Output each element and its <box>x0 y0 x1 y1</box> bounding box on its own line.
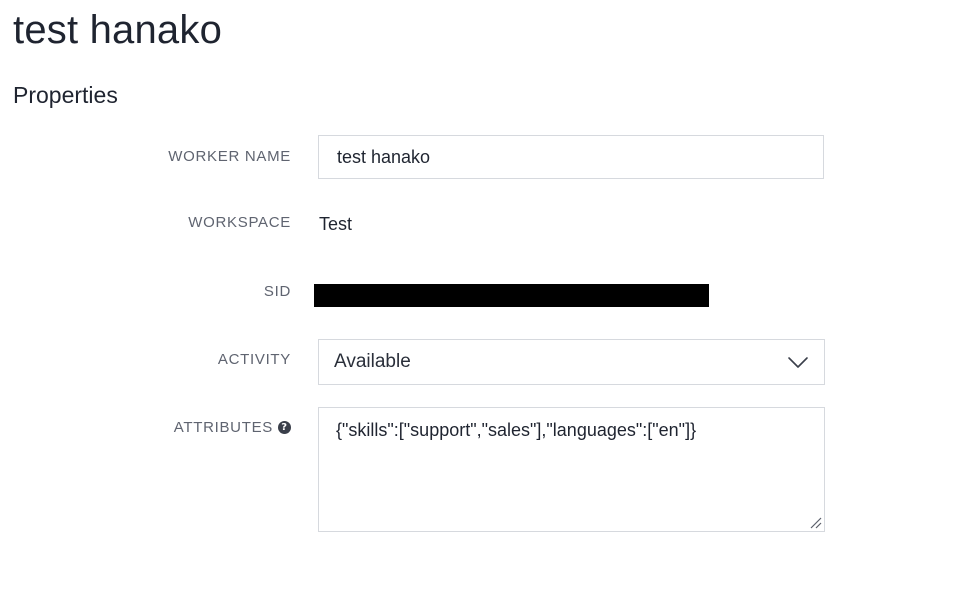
workspace-label: WORKSPACE <box>188 214 291 231</box>
question-circle-icon[interactable]: ? <box>278 421 291 434</box>
activity-label-text: ACTIVITY <box>217 351 291 368</box>
worker-name-label-text: WORKER NAME <box>168 148 291 165</box>
sid-label-text: SID <box>263 283 291 300</box>
chevron-down-icon <box>788 357 808 368</box>
attributes-textarea[interactable]: {"skills":["support","sales"],"languages… <box>318 407 825 532</box>
attributes-label-text: ATTRIBUTES <box>173 419 273 436</box>
sid-redacted-value <box>314 284 709 307</box>
resize-handle-icon[interactable] <box>810 517 822 529</box>
activity-select[interactable]: Available <box>318 339 825 385</box>
attributes-textarea-value: {"skills":["support","sales"],"languages… <box>336 420 697 440</box>
worker-name-input[interactable] <box>318 135 824 179</box>
activity-label: ACTIVITY <box>218 351 291 368</box>
section-title: Properties <box>13 82 118 108</box>
worker-name-label: WORKER NAME <box>168 148 291 165</box>
sid-label: SID <box>264 283 291 300</box>
workspace-value: Test <box>319 214 353 234</box>
page-title: test hanako <box>13 8 223 52</box>
workspace-label-text: WORKSPACE <box>188 214 291 231</box>
activity-selected-value: Available <box>334 351 411 372</box>
attributes-label: ATTRIBUTES ? <box>174 419 291 436</box>
